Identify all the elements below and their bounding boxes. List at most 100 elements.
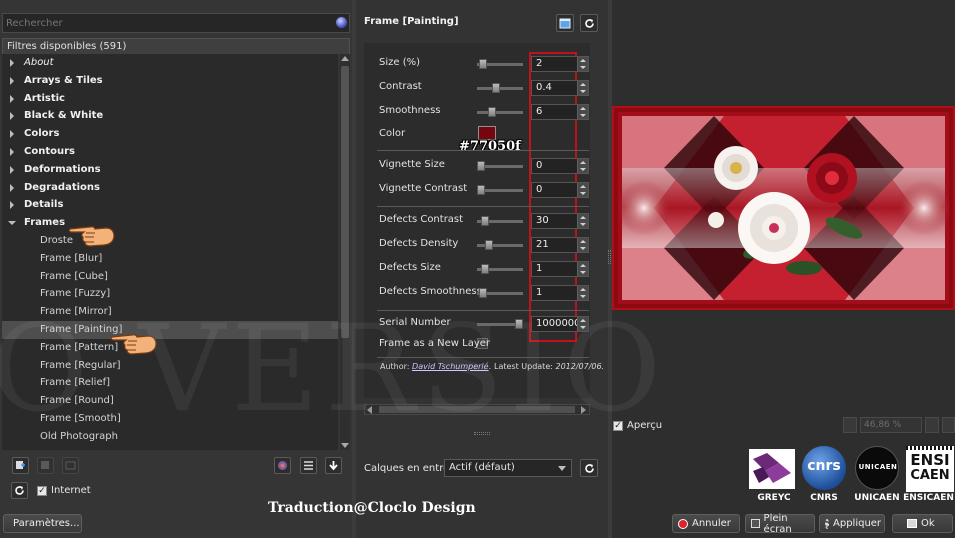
param-spinbox[interactable]: 0.4 [531,80,589,96]
param-spinbox[interactable]: 1 [531,261,589,277]
spin-arrows-icon[interactable] [577,238,588,252]
param-slider-knob[interactable] [515,319,523,329]
expand-arrow-right-icon[interactable] [10,76,14,85]
expand-arrow-right-icon[interactable] [10,165,14,174]
spin-arrows-icon[interactable] [577,286,588,300]
spin-arrows-icon[interactable] [577,105,588,119]
preview-checkbox[interactable]: ✓ [613,421,623,431]
expand-arrow-right-icon[interactable] [10,201,14,210]
expand-arrow-right-icon[interactable] [10,94,14,103]
scroll-thumb[interactable] [341,66,349,338]
tree-category[interactable]: Deformations [2,161,338,179]
expand-arrow-right-icon[interactable] [10,130,14,139]
download-filters-button[interactable] [325,457,342,474]
splitter-handle[interactable] [474,432,490,435]
toggle-visibility-button[interactable] [274,457,291,474]
fullscreen-button[interactable]: Plein écran [745,513,815,535]
expand-collapse-button[interactable] [300,457,317,474]
scroll-down-arrow-icon[interactable] [340,440,350,450]
tree-filter-item[interactable]: Frame [Mirror] [2,303,338,321]
param-slider-knob[interactable] [485,240,493,250]
tree-category[interactable]: Artistic [2,90,338,108]
expand-arrow-down-icon[interactable] [8,221,16,226]
tree-category[interactable]: Arrays & Tiles [2,72,338,90]
param-spinbox[interactable]: 1000000 [531,316,589,332]
tree-filter-item[interactable]: Frame [Fuzzy] [2,285,338,303]
param-slider-track[interactable] [477,111,523,114]
expand-arrow-right-icon[interactable] [10,148,14,156]
tree-filter-item[interactable]: Frame [Blur] [2,250,338,268]
tree-category[interactable]: Frames [2,214,338,232]
copy-to-clipboard-button[interactable] [556,14,574,32]
param-slider-knob[interactable] [481,264,489,274]
spin-arrows-icon[interactable] [577,317,588,331]
reset-parameters-button[interactable] [580,14,598,32]
h-scroll-thumb[interactable] [379,406,575,413]
add-favorite-button[interactable] [12,457,29,474]
search-icon[interactable] [336,17,347,28]
zoom-in-button[interactable] [925,417,939,433]
cancel-button[interactable]: Annuler [672,514,740,533]
expand-arrow-right-icon[interactable] [10,112,14,121]
preview-image[interactable] [612,106,955,310]
spin-arrows-icon[interactable] [577,57,588,71]
param-slider-knob[interactable] [477,185,485,195]
param-spinbox[interactable]: 0 [531,158,589,174]
expand-arrow-right-icon[interactable] [10,59,14,67]
spin-arrows-icon[interactable] [577,183,588,197]
tree-category[interactable]: Degradations [2,179,338,197]
scroll-right-arrow-icon[interactable] [581,406,586,414]
expand-arrow-right-icon[interactable] [10,183,14,192]
tree-filter-item[interactable]: Droste [2,232,338,250]
zoom-out-button[interactable] [843,417,857,433]
param-slider-knob[interactable] [481,216,489,226]
remove-favorite-button[interactable] [37,457,54,474]
spin-arrows-icon[interactable] [577,81,588,95]
param-slider-knob[interactable] [492,83,500,93]
parameters-h-scrollbar[interactable] [364,404,590,415]
tree-scrollbar[interactable] [340,54,350,450]
tree-filter-item[interactable]: Frame [Smooth] [2,410,338,428]
param-slider-track[interactable] [477,244,523,247]
tree-filter-item[interactable]: Frame [Regular] [2,357,338,375]
tree-filter-item[interactable]: Frame [Round] [2,392,338,410]
param-slider-knob[interactable] [479,288,487,298]
spin-arrows-icon[interactable] [577,262,588,276]
tree-category[interactable]: About [2,54,338,72]
ok-button[interactable]: Ok [892,514,953,533]
search-input[interactable] [3,14,303,32]
param-slider-knob[interactable] [479,59,487,69]
param-slider-knob[interactable] [477,161,485,171]
rename-favorite-button[interactable] [62,457,79,474]
internet-checkbox[interactable]: ✓ [37,486,47,496]
color-swatch[interactable] [478,126,496,140]
param-spinbox[interactable]: 30 [531,213,589,229]
refresh-filters-button[interactable] [11,482,28,499]
param-slider-track[interactable] [477,87,523,90]
author-link[interactable]: David Tschumperlé [412,362,489,371]
param-spinbox[interactable]: 21 [531,237,589,253]
panel-splitter[interactable] [608,250,611,264]
zoom-fit-button[interactable] [942,417,955,433]
param-spinbox[interactable]: 6 [531,104,589,120]
param-spinbox[interactable]: 2 [531,56,589,72]
param-spinbox[interactable]: 1 [531,285,589,301]
tree-filter-item[interactable]: Frame [Pattern] [2,339,338,357]
spin-arrows-icon[interactable] [577,214,588,228]
tree-filter-item[interactable]: Old Photograph [2,428,338,446]
apply-button[interactable]: Appliquer [819,514,885,533]
settings-button[interactable]: Paramètres... [3,514,82,533]
spin-arrows-icon[interactable] [577,159,588,173]
tree-category[interactable]: Colors [2,125,338,143]
tree-category[interactable]: Contours [2,143,338,161]
scroll-up-arrow-icon[interactable] [340,54,350,64]
param-slider-knob[interactable] [488,107,496,117]
tree-category[interactable]: Black & White [2,107,338,125]
refresh-layers-button[interactable] [580,459,598,477]
tree-filter-item[interactable]: Frame [Cube] [2,268,338,286]
scroll-left-arrow-icon[interactable] [367,406,372,414]
tree-category[interactable]: Details [2,196,338,214]
param-spinbox[interactable]: 0 [531,182,589,198]
input-layers-select[interactable]: Actif (défaut) [444,459,572,477]
tree-filter-item[interactable]: Frame [Painting] [2,321,338,339]
